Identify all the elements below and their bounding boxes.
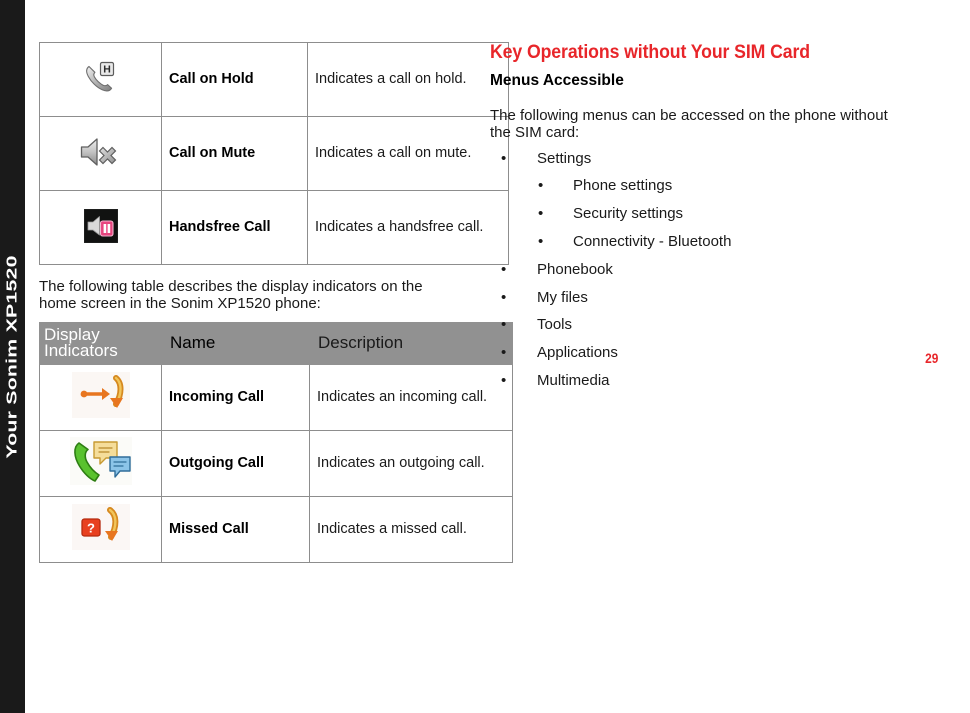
page-body: H Call on Hold Indicates a call on hold.: [25, 0, 970, 713]
bullet-marker: •: [501, 344, 507, 362]
accessible-menus-list: • Settings • Phone settings • Security s…: [490, 149, 960, 390]
right-column-paragraph: The following menus can be accessed on t…: [490, 107, 888, 141]
table-cell-description: Indicates an incoming call.: [309, 363, 513, 431]
display-indicator-table-wrapper: Display Indicators Name Description Inco…: [39, 322, 513, 563]
incoming-call-icon: [71, 372, 130, 419]
table-cell-description: Indicates an outgoing call.: [309, 429, 513, 497]
missed-call-icon: ?: [71, 504, 130, 551]
table-row: Outgoing Call Indicates an outgoing call…: [39, 429, 513, 497]
right-column-content: Key Operations without Your SIM Card Men…: [490, 42, 960, 401]
list-item: • Phonebook: [490, 260, 960, 279]
table-row: Incoming Call Indicates an incoming call…: [39, 363, 513, 431]
table-cell-description: Indicates a call on hold.: [307, 42, 509, 117]
svg-text:H: H: [103, 63, 111, 75]
table-row: Handsfree Call Indicates a handsfree cal…: [39, 190, 509, 265]
table-cell-name: Missed Call: [161, 495, 310, 563]
list-item: • Security settings: [537, 205, 960, 223]
table-row: H Call on Hold Indicates a call on hold.: [39, 42, 509, 117]
call-status-indicator-table-wrapper: H Call on Hold Indicates a call on hold.: [39, 42, 509, 265]
list-item-label: Applications: [537, 344, 618, 362]
list-item-label: Phone settings: [573, 177, 673, 195]
table-cell-description: Indicates a handsfree call.: [307, 190, 509, 265]
bullet-marker: •: [501, 371, 507, 389]
bullet-marker: •: [538, 232, 544, 250]
table-cell-description: Indicates a call on mute.: [307, 116, 509, 191]
list-item: • Settings • Phone settings • Security s…: [490, 149, 960, 251]
table-cell-icon: [39, 429, 162, 497]
table-header-row: Display Indicators Name Description: [39, 322, 513, 365]
table-cell-icon: [39, 190, 162, 265]
call-on-mute-icon: [79, 135, 123, 169]
list-item: • Connectivity - Bluetooth: [537, 232, 960, 251]
list-item-label: Phonebook: [537, 260, 613, 278]
list-item: • My files: [490, 288, 960, 307]
table-header-name: Name: [161, 322, 310, 365]
bullet-marker: •: [501, 316, 507, 334]
list-item: • Multimedia: [490, 371, 960, 390]
table-row: Call on Mute Indicates a call on mute.: [39, 116, 509, 191]
page-number: 29: [925, 350, 939, 366]
table-cell-name: Outgoing Call: [161, 429, 310, 497]
table-header-display-indicators: Display Indicators: [39, 322, 162, 365]
svg-text:?: ?: [87, 521, 95, 536]
section-subheading: Menus Accessible: [490, 72, 624, 89]
call-status-indicator-table: H Call on Hold Indicates a call on hold.: [39, 42, 509, 265]
list-item: • Tools: [490, 316, 960, 334]
table-cell-icon: [39, 116, 162, 191]
table-cell-icon: ?: [39, 495, 162, 563]
bullet-marker: •: [538, 177, 544, 195]
intro-paragraph: The following table describes the displa…: [39, 278, 423, 312]
list-item-label: Security settings: [573, 205, 684, 223]
table-cell-name: Incoming Call: [161, 363, 310, 431]
list-item: • Phone settings: [537, 177, 960, 195]
display-indicator-table: Display Indicators Name Description Inco…: [39, 322, 513, 563]
section-heading: Key Operations without Your SIM Card: [490, 42, 810, 63]
bullet-marker: •: [501, 260, 507, 278]
table-cell-description: Indicates a missed call.: [309, 495, 513, 563]
table-cell-name: Handsfree Call: [161, 190, 308, 265]
bullet-marker: •: [501, 149, 507, 167]
call-on-hold-icon: H: [82, 59, 120, 97]
sidebar-black-bar: [0, 0, 25, 713]
bullet-marker: •: [538, 205, 544, 223]
accessible-menus-sublist: • Phone settings • Security settings • C…: [537, 177, 960, 251]
table-row: ? Missed Call Indicates a missed call.: [39, 495, 513, 563]
list-item-label: Connectivity - Bluetooth: [573, 232, 732, 250]
table-cell-icon: H: [39, 42, 162, 117]
list-item-label: Settings: [537, 149, 592, 167]
list-item-label: Multimedia: [537, 371, 610, 389]
table-cell-icon: [39, 363, 162, 431]
handsfree-call-icon: [83, 208, 118, 243]
bullet-marker: •: [501, 288, 507, 306]
table-cell-name: Call on Mute: [161, 116, 308, 191]
list-item-label: Tools: [537, 316, 573, 334]
outgoing-call-icon: [69, 437, 132, 486]
list-item-label: My files: [537, 288, 588, 306]
table-header-description: Description: [309, 322, 513, 365]
table-cell-name: Call on Hold: [161, 42, 308, 117]
list-item: • Applications: [490, 344, 960, 362]
